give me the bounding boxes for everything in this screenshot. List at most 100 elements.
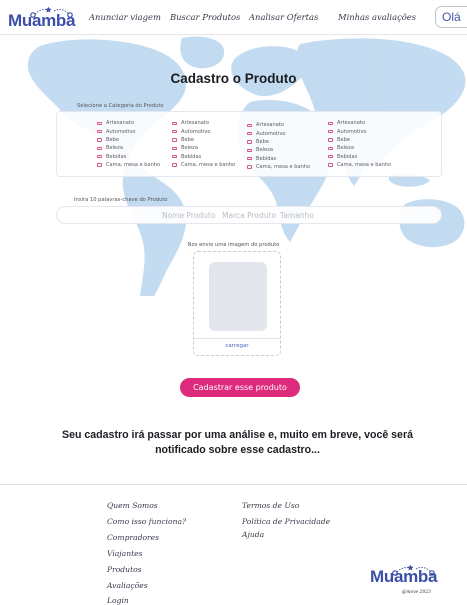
product-registration-section: Cadastro o Produto Selecione a Categoria…	[0, 36, 467, 478]
checkbox-icon[interactable]	[97, 121, 102, 125]
checkbox-icon[interactable]	[97, 146, 102, 151]
category-option[interactable]: Cama, mesa e banho	[247, 163, 310, 171]
checkbox-icon[interactable]	[328, 146, 333, 151]
footer-link-viajantes[interactable]: Viajantes	[107, 549, 143, 558]
category-option[interactable]: Artesanato	[328, 119, 391, 127]
image-upload-label: Nos envie uma imagem do produto	[187, 242, 280, 248]
category-option[interactable]: Bebidas	[247, 155, 310, 163]
category-option[interactable]: Artesanato	[247, 121, 310, 129]
category-option[interactable]: Beleza	[97, 144, 160, 152]
checkbox-icon[interactable]	[172, 163, 177, 167]
nav-buscar-produtos[interactable]: Buscar Produtos	[170, 12, 240, 22]
checkbox-icon[interactable]	[172, 138, 177, 142]
category-option[interactable]: Beleza	[172, 144, 235, 152]
category-option[interactable]: Bebidas	[328, 153, 391, 161]
upload-button[interactable]: carregar	[194, 343, 280, 349]
keywords-input[interactable]: Nome Produto Marca Produto Tamanho	[56, 206, 442, 224]
category-option-label: Bebe	[337, 136, 350, 143]
category-option[interactable]: Beleza	[247, 146, 310, 154]
category-option-label: Artesanato	[106, 120, 134, 127]
nav-minhas-avaliacoes[interactable]: Minhas avaliações	[338, 12, 416, 22]
category-option-label: Bebidas	[181, 153, 202, 160]
category-option[interactable]: Cama, mesa e banho	[328, 161, 391, 169]
category-option[interactable]: Automotivo	[97, 127, 160, 135]
submit-product-button[interactable]: Cadastrar esse produto	[180, 378, 300, 397]
category-option-label: Cama, mesa e banho	[181, 162, 236, 169]
category-option-label: Beleza	[106, 145, 123, 152]
checkbox-icon[interactable]	[247, 131, 252, 136]
category-option[interactable]: Automotivo	[247, 129, 310, 137]
nav-analisar-ofertas[interactable]: Analisar Ofertas	[249, 12, 318, 22]
checkbox-icon[interactable]	[247, 157, 252, 161]
checkbox-icon[interactable]	[172, 155, 177, 159]
footer-link-compradores[interactable]: Compradores	[107, 533, 159, 542]
checkbox-icon[interactable]	[247, 140, 252, 144]
footer-link-como-funciona[interactable]: Como isso funciona?	[107, 517, 186, 526]
checkbox-icon[interactable]	[172, 129, 177, 134]
category-option-label: Bebidas	[256, 155, 277, 162]
upload-divider	[194, 338, 280, 339]
category-option[interactable]: Bebe	[172, 136, 235, 144]
category-option-label: Bebidas	[106, 153, 127, 160]
category-option[interactable]: Bebidas	[172, 153, 235, 161]
footer-link-quem-somos[interactable]: Quem Somos	[107, 501, 158, 510]
category-option[interactable]: Automotivo	[328, 127, 391, 135]
image-preview-placeholder	[209, 262, 267, 331]
footer-logo-wordmark: Muamba	[370, 567, 438, 586]
muamba-logo[interactable]: Muamba	[8, 5, 75, 31]
category-option-label: Automotivo	[256, 130, 286, 137]
category-option-label: Beleza	[256, 147, 273, 154]
checkbox-icon[interactable]	[328, 163, 333, 167]
category-option-label: Bebidas	[337, 153, 358, 160]
category-option[interactable]: Artesanato	[172, 119, 235, 127]
checkbox-icon[interactable]	[172, 146, 177, 151]
category-column-2: Artesanato Automotivo Bebe Beleza Bebida…	[172, 119, 235, 169]
footer-link-avaliacoes[interactable]: Avaliações	[107, 581, 148, 590]
copyright-text: @move 2023	[402, 590, 431, 595]
image-upload-box[interactable]: carregar	[193, 251, 281, 356]
keyword-product-name[interactable]: Nome Produto	[162, 211, 215, 220]
keyword-product-brand[interactable]: Marca Produto	[222, 211, 276, 220]
user-greeting-button[interactable]: Olá	[435, 6, 467, 28]
category-column-3: Artesanato Automotivo Bebe Beleza Bebida…	[247, 121, 310, 171]
checkbox-icon[interactable]	[328, 138, 333, 142]
checkbox-icon[interactable]	[97, 155, 102, 159]
category-option[interactable]: Artesanato	[97, 119, 160, 127]
footer: Quem Somos Como isso funciona? Comprador…	[0, 484, 467, 605]
category-option[interactable]: Beleza	[328, 144, 391, 152]
checkbox-icon[interactable]	[247, 148, 252, 153]
keywords-label: Insira 10 palavras-chave do Produto	[74, 197, 168, 203]
category-option[interactable]: Bebe	[97, 136, 160, 144]
category-option[interactable]: Bebidas	[97, 153, 160, 161]
checkbox-icon[interactable]	[247, 165, 252, 169]
nav-anunciar-viagem[interactable]: Anunciar viagem	[89, 12, 161, 22]
footer-link-privacidade[interactable]: Política de Privacidade	[242, 517, 330, 526]
footer-link-login[interactable]: Login	[107, 596, 129, 605]
checkbox-icon[interactable]	[328, 155, 333, 159]
footer-link-produtos[interactable]: Produtos	[107, 565, 142, 574]
checkbox-icon[interactable]	[97, 163, 102, 167]
checkbox-icon[interactable]	[172, 121, 177, 125]
checkbox-icon[interactable]	[328, 121, 333, 125]
category-option[interactable]: Automotivo	[172, 127, 235, 135]
category-option[interactable]: Bebe	[328, 136, 391, 144]
category-option-label: Bebe	[256, 138, 269, 145]
footer-link-termos[interactable]: Termos de Uso	[242, 501, 299, 510]
category-label: Selecione a Categoria do Produto	[77, 103, 164, 109]
keyword-product-size[interactable]: Tamanho	[280, 211, 314, 220]
category-column-1: Artesanato Automotivo Bebe Beleza Bebida…	[97, 119, 160, 169]
footer-link-ajuda[interactable]: Ajuda	[242, 530, 264, 539]
category-option[interactable]: Cama, mesa e banho	[172, 161, 235, 169]
checkbox-icon[interactable]	[97, 138, 102, 142]
footer-muamba-logo[interactable]: Muamba @move 2023	[370, 563, 438, 595]
checkbox-icon[interactable]	[328, 129, 333, 134]
checkbox-icon[interactable]	[97, 129, 102, 134]
checkbox-icon[interactable]	[247, 123, 252, 127]
category-option-label: Automotivo	[337, 128, 367, 135]
top-navbar: Muamba Anunciar viagem Buscar Produtos A…	[0, 0, 467, 35]
category-option[interactable]: Bebe	[247, 138, 310, 146]
category-option-label: Automotivo	[106, 128, 136, 135]
category-option[interactable]: Cama, mesa e banho	[97, 161, 160, 169]
category-selector: Artesanato Automotivo Bebe Beleza Bebida…	[56, 111, 442, 177]
category-option-label: Bebe	[181, 136, 194, 143]
